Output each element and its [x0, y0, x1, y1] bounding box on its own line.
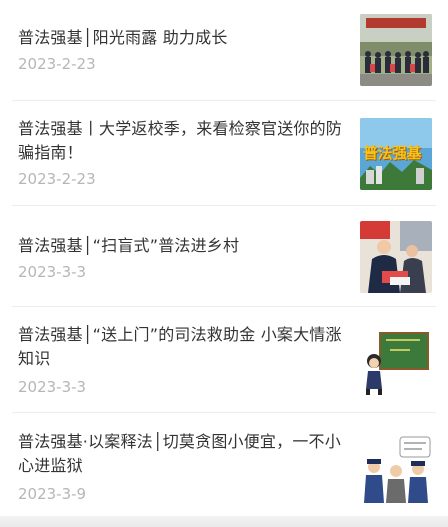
- poster-thumbnail[interactable]: 普法强基: [360, 118, 432, 190]
- chalkboard-cartoon-thumbnail[interactable]: [360, 325, 432, 397]
- article-feed: 普法强基│阳光雨露 助力成长 2023-2-23 普法强基丨大学返校季，来看检察…: [0, 0, 448, 527]
- article-date: 2023-3-3: [18, 263, 87, 281]
- list-item[interactable]: 普法强基│“送上门”的司法救助金 小案大情涨知识 2023-3-3: [0, 307, 448, 410]
- list-item[interactable]: 普法强基·以案释法│切莫贪图小便宜，一不小心进监狱 2023-3-9: [0, 413, 448, 516]
- article-title[interactable]: 普法强基│阳光雨露 助力成长: [18, 26, 353, 50]
- article-date: 2023-3-9: [18, 485, 87, 503]
- village-outreach-photo-thumbnail[interactable]: [360, 221, 432, 293]
- article-date: 2023-3-3: [18, 378, 87, 396]
- crowd-photo-thumbnail[interactable]: [360, 14, 432, 86]
- cartoon-police-thumbnail[interactable]: [360, 433, 432, 505]
- list-item[interactable]: 普法强基│“扫盲式”普法进乡村 2023-3-3: [0, 206, 448, 306]
- list-item[interactable]: 普法强基丨大学返校季，来看检察官送你的防骗指南！ 2023-2-23 普法强基: [0, 101, 448, 204]
- article-date: 2023-2-23: [18, 55, 96, 73]
- article-title[interactable]: 普法强基│“送上门”的司法救助金 小案大情涨知识: [18, 323, 353, 371]
- poster-text: 普法强基: [363, 144, 422, 162]
- list-item[interactable]: 普法强基│阳光雨露 助力成长 2023-2-23: [0, 0, 448, 100]
- article-title[interactable]: 普法强基·以案释法│切莫贪图小便宜，一不小心进监狱: [18, 430, 353, 478]
- article-date: 2023-2-23: [18, 170, 96, 188]
- article-title[interactable]: 普法强基│“扫盲式”普法进乡村: [18, 234, 353, 258]
- bottom-shadow-edge: [0, 516, 448, 527]
- article-title[interactable]: 普法强基丨大学返校季，来看检察官送你的防骗指南！: [18, 117, 353, 165]
